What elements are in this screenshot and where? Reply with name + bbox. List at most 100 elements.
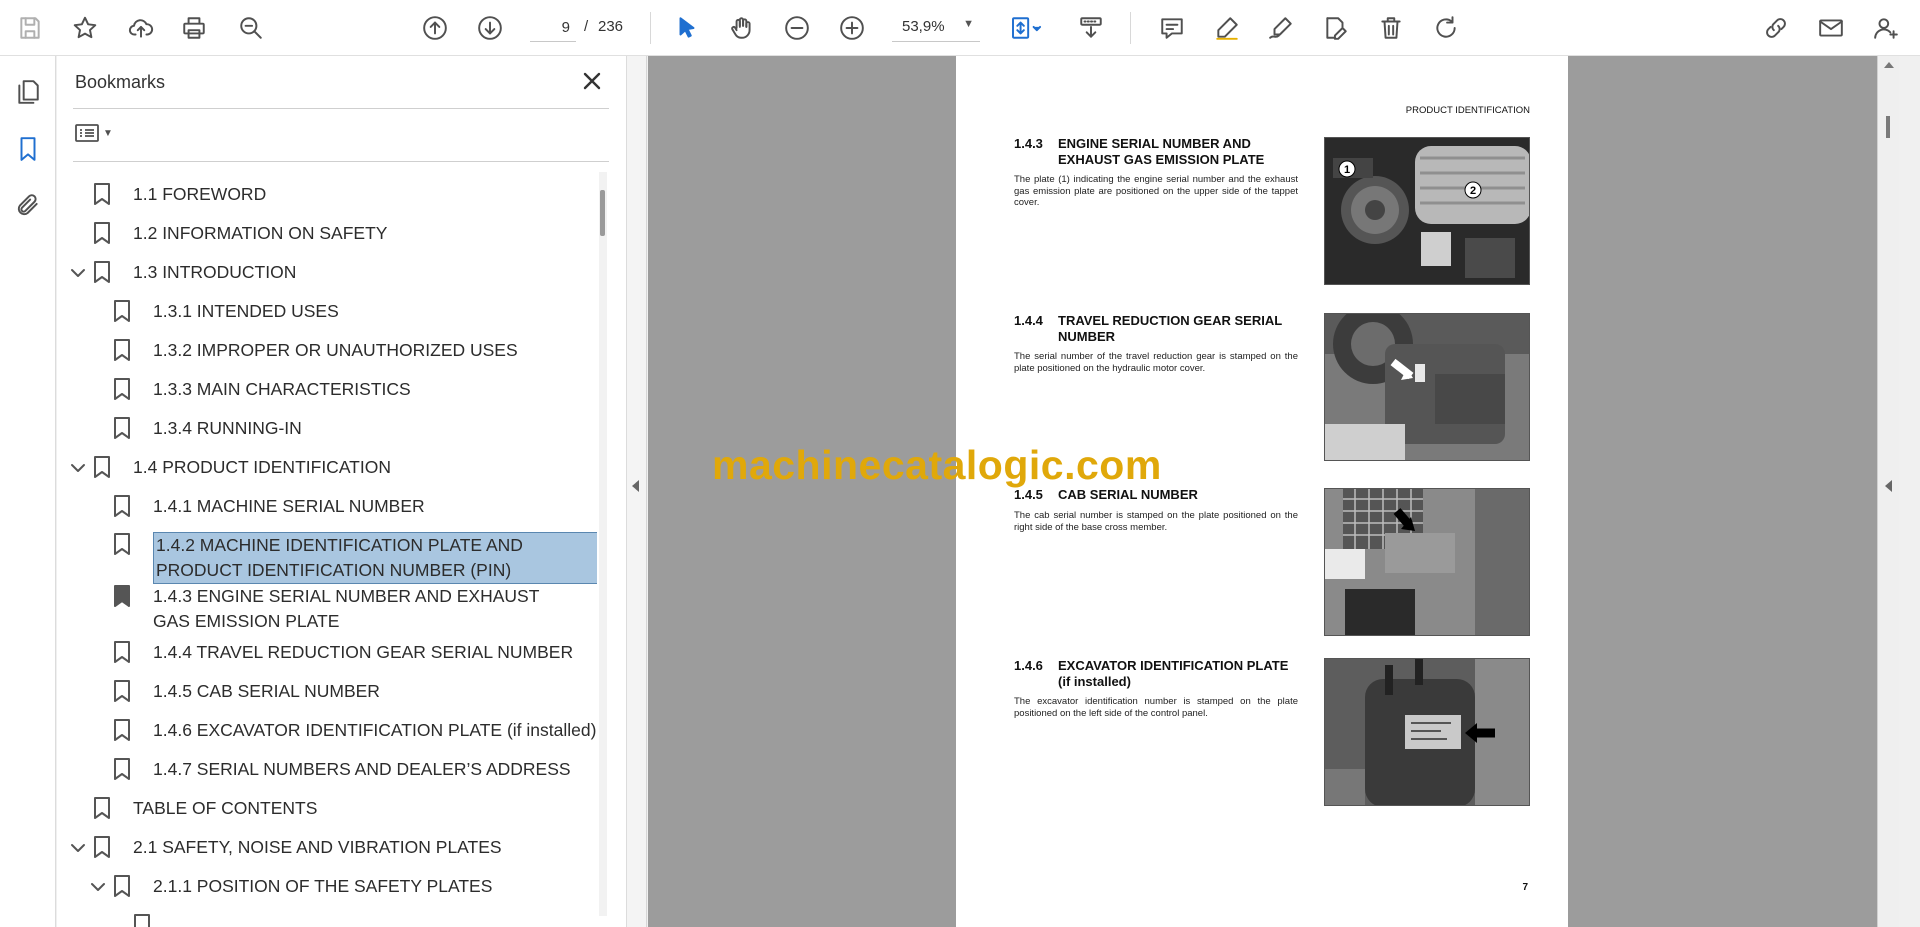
bookmark-item[interactable]: 1.1 FOREWORD [93, 182, 266, 208]
save-icon[interactable] [14, 12, 46, 44]
scrollbar-thumb[interactable] [1886, 116, 1890, 138]
bookmark-item[interactable]: 1.3.4 RUNNING-IN [113, 416, 302, 442]
zoom-out-icon[interactable] [781, 12, 813, 44]
bookmark-icon [93, 221, 115, 247]
bookmark-item[interactable]: 2.1.1 POSITION OF THE SAFETY PLATES [113, 874, 492, 900]
zoom-select[interactable]: 53,9% ▼ [892, 14, 980, 42]
bookmark-item[interactable] [133, 913, 173, 927]
comment-icon[interactable] [1156, 12, 1188, 44]
scroll-up-icon[interactable] [1884, 62, 1894, 68]
reduction-gear-photo [1324, 313, 1530, 461]
bookmarks-panel: Bookmarks ▼ 1.1 FOREWORD 1.2 INFORMATION… [57, 56, 627, 927]
bookmark-label: 1.4.7 SERIAL NUMBERS AND DEALER’S ADDRES… [153, 759, 571, 779]
scroll-mode-icon[interactable] [1075, 12, 1107, 44]
bookmark-label: 1.3.1 INTENDED USES [153, 301, 339, 321]
highlight-pen-icon[interactable] [1211, 12, 1243, 44]
edit-pdf-icon[interactable] [1320, 12, 1352, 44]
panel-splitter[interactable] [627, 56, 647, 927]
bookmark-label: TABLE OF CONTENTS [133, 798, 318, 818]
section-title: ENGINE SERIAL NUMBER AND EXHAUST GAS EMI… [1058, 136, 1265, 167]
bookmark-icon [93, 182, 115, 208]
bookmark-icon [113, 679, 135, 705]
engine-photo: 1 2 [1324, 137, 1530, 285]
bookmark-star-icon[interactable] [69, 12, 101, 44]
chevron-down-icon[interactable] [69, 459, 87, 477]
section-number: 1.4.6 [1014, 658, 1043, 673]
collapse-panel-icon[interactable] [632, 480, 639, 492]
section-title: TRAVEL REDUCTION GEAR SERIAL NUMBER [1058, 313, 1282, 344]
page-number-input[interactable] [530, 14, 576, 42]
bookmark-icon [113, 757, 135, 783]
page-thumbnails-icon[interactable] [10, 74, 46, 110]
bookmark-icon [93, 796, 115, 822]
chevron-down-icon: ▼ [963, 18, 974, 30]
bookmark-item[interactable]: 1.4.4 TRAVEL REDUCTION GEAR SERIAL NUMBE… [113, 640, 573, 666]
bookmark-item[interactable]: 1.4.5 CAB SERIAL NUMBER [113, 679, 380, 705]
document-viewer[interactable]: PRODUCT IDENTIFICATION 1.4.3 ENGINE SERI… [648, 56, 1878, 927]
bookmarks-scrollbar[interactable] [599, 172, 607, 916]
main-toolbar: / 236 53,9% ▼ [0, 0, 1920, 56]
share-link-icon[interactable] [1760, 12, 1792, 44]
bookmark-label: 1.3.4 RUNNING-IN [153, 418, 302, 438]
bookmark-icon [113, 494, 135, 520]
bookmark-item[interactable]: 1.4.1 MACHINE SERIAL NUMBER [113, 494, 425, 520]
close-icon[interactable] [577, 66, 607, 96]
delete-trash-icon[interactable] [1375, 12, 1407, 44]
hand-tool-icon[interactable] [726, 12, 758, 44]
next-page-icon[interactable] [474, 12, 506, 44]
bookmark-label: 2.1.1 POSITION OF THE SAFETY PLATES [153, 876, 493, 896]
bookmark-icon [113, 416, 135, 442]
zoom-in-icon[interactable] [836, 12, 868, 44]
sign-icon[interactable] [1265, 12, 1297, 44]
previous-page-icon[interactable] [419, 12, 451, 44]
bookmark-item[interactable]: 1.3.1 INTENDED USES [113, 299, 339, 325]
print-icon[interactable] [178, 12, 210, 44]
bookmark-icon [133, 913, 155, 927]
bookmark-label: 1.4.2 MACHINE IDENTIFICATION PLATE AND P… [153, 532, 597, 584]
bookmark-icon [113, 874, 135, 900]
cab-photo [1324, 488, 1530, 636]
excavator-plate-photo [1324, 658, 1530, 806]
bookmark-label: 1.4.6 EXCAVATOR IDENTIFICATION PLATE (if… [153, 720, 597, 740]
bookmark-icon [93, 835, 115, 861]
page-total: 236 [598, 18, 624, 35]
bookmark-item[interactable]: 2.1 SAFETY, NOISE AND VIBRATION PLATES [93, 835, 502, 861]
email-icon[interactable] [1815, 12, 1847, 44]
attachments-icon[interactable] [10, 187, 46, 223]
bookmark-item[interactable]: 1.4.7 SERIAL NUMBERS AND DEALER’S ADDRES… [113, 757, 571, 783]
add-user-icon[interactable] [1870, 12, 1902, 44]
fit-page-icon[interactable] [1004, 12, 1048, 44]
bookmark-tree: 1.1 FOREWORD 1.2 INFORMATION ON SAFETY 1… [57, 166, 597, 927]
chevron-down-icon[interactable] [69, 264, 87, 282]
section-body: The serial number of the travel reductio… [1014, 351, 1298, 374]
bookmark-item-selected[interactable]: 1.4.2 MACHINE IDENTIFICATION PLATE AND P… [113, 532, 597, 584]
bookmark-icon [93, 260, 115, 286]
section-body: The plate (1) indicating the engine seri… [1014, 174, 1298, 208]
bookmark-item[interactable]: 1.3 INTRODUCTION [93, 260, 296, 286]
bookmark-item[interactable]: 1.2 INFORMATION ON SAFETY [93, 221, 387, 247]
search-zoom-icon[interactable] [235, 12, 267, 44]
page-separator: / [584, 18, 589, 35]
chevron-down-icon[interactable] [89, 878, 107, 896]
select-cursor-icon[interactable] [671, 12, 703, 44]
upload-cloud-icon[interactable] [125, 12, 157, 44]
bookmark-icon [113, 532, 135, 558]
expand-right-panel-icon[interactable] [1885, 480, 1892, 492]
bookmark-item[interactable]: 1.3.3 MAIN CHARACTERISTICS [113, 377, 411, 403]
chevron-down-icon[interactable] [69, 839, 87, 857]
bookmark-options-button[interactable]: ▼ [75, 118, 121, 148]
document-scrollbar[interactable] [1877, 56, 1899, 927]
rotate-icon[interactable] [1430, 12, 1462, 44]
bookmark-item[interactable]: 1.4.6 EXCAVATOR IDENTIFICATION PLATE (if… [113, 718, 596, 744]
bookmarks-icon[interactable] [10, 131, 46, 167]
bookmark-icon [113, 640, 135, 666]
bookmark-item[interactable]: 1.4 PRODUCT IDENTIFICATION [93, 455, 391, 481]
pdf-page: PRODUCT IDENTIFICATION 1.4.3 ENGINE SERI… [956, 56, 1568, 927]
bookmark-item[interactable]: TABLE OF CONTENTS [93, 796, 317, 822]
bookmark-item[interactable]: 1.3.2 IMPROPER OR UNAUTHORIZED USES [113, 338, 518, 364]
bookmark-item[interactable]: 1.4.3 ENGINE SERIAL NUMBER AND EXHAUST G… [113, 584, 573, 634]
scrollbar-thumb[interactable] [600, 190, 605, 236]
divider [73, 161, 609, 162]
bookmark-label: 1.3.2 IMPROPER OR UNAUTHORIZED USES [153, 340, 518, 360]
bookmark-icon [113, 338, 135, 364]
